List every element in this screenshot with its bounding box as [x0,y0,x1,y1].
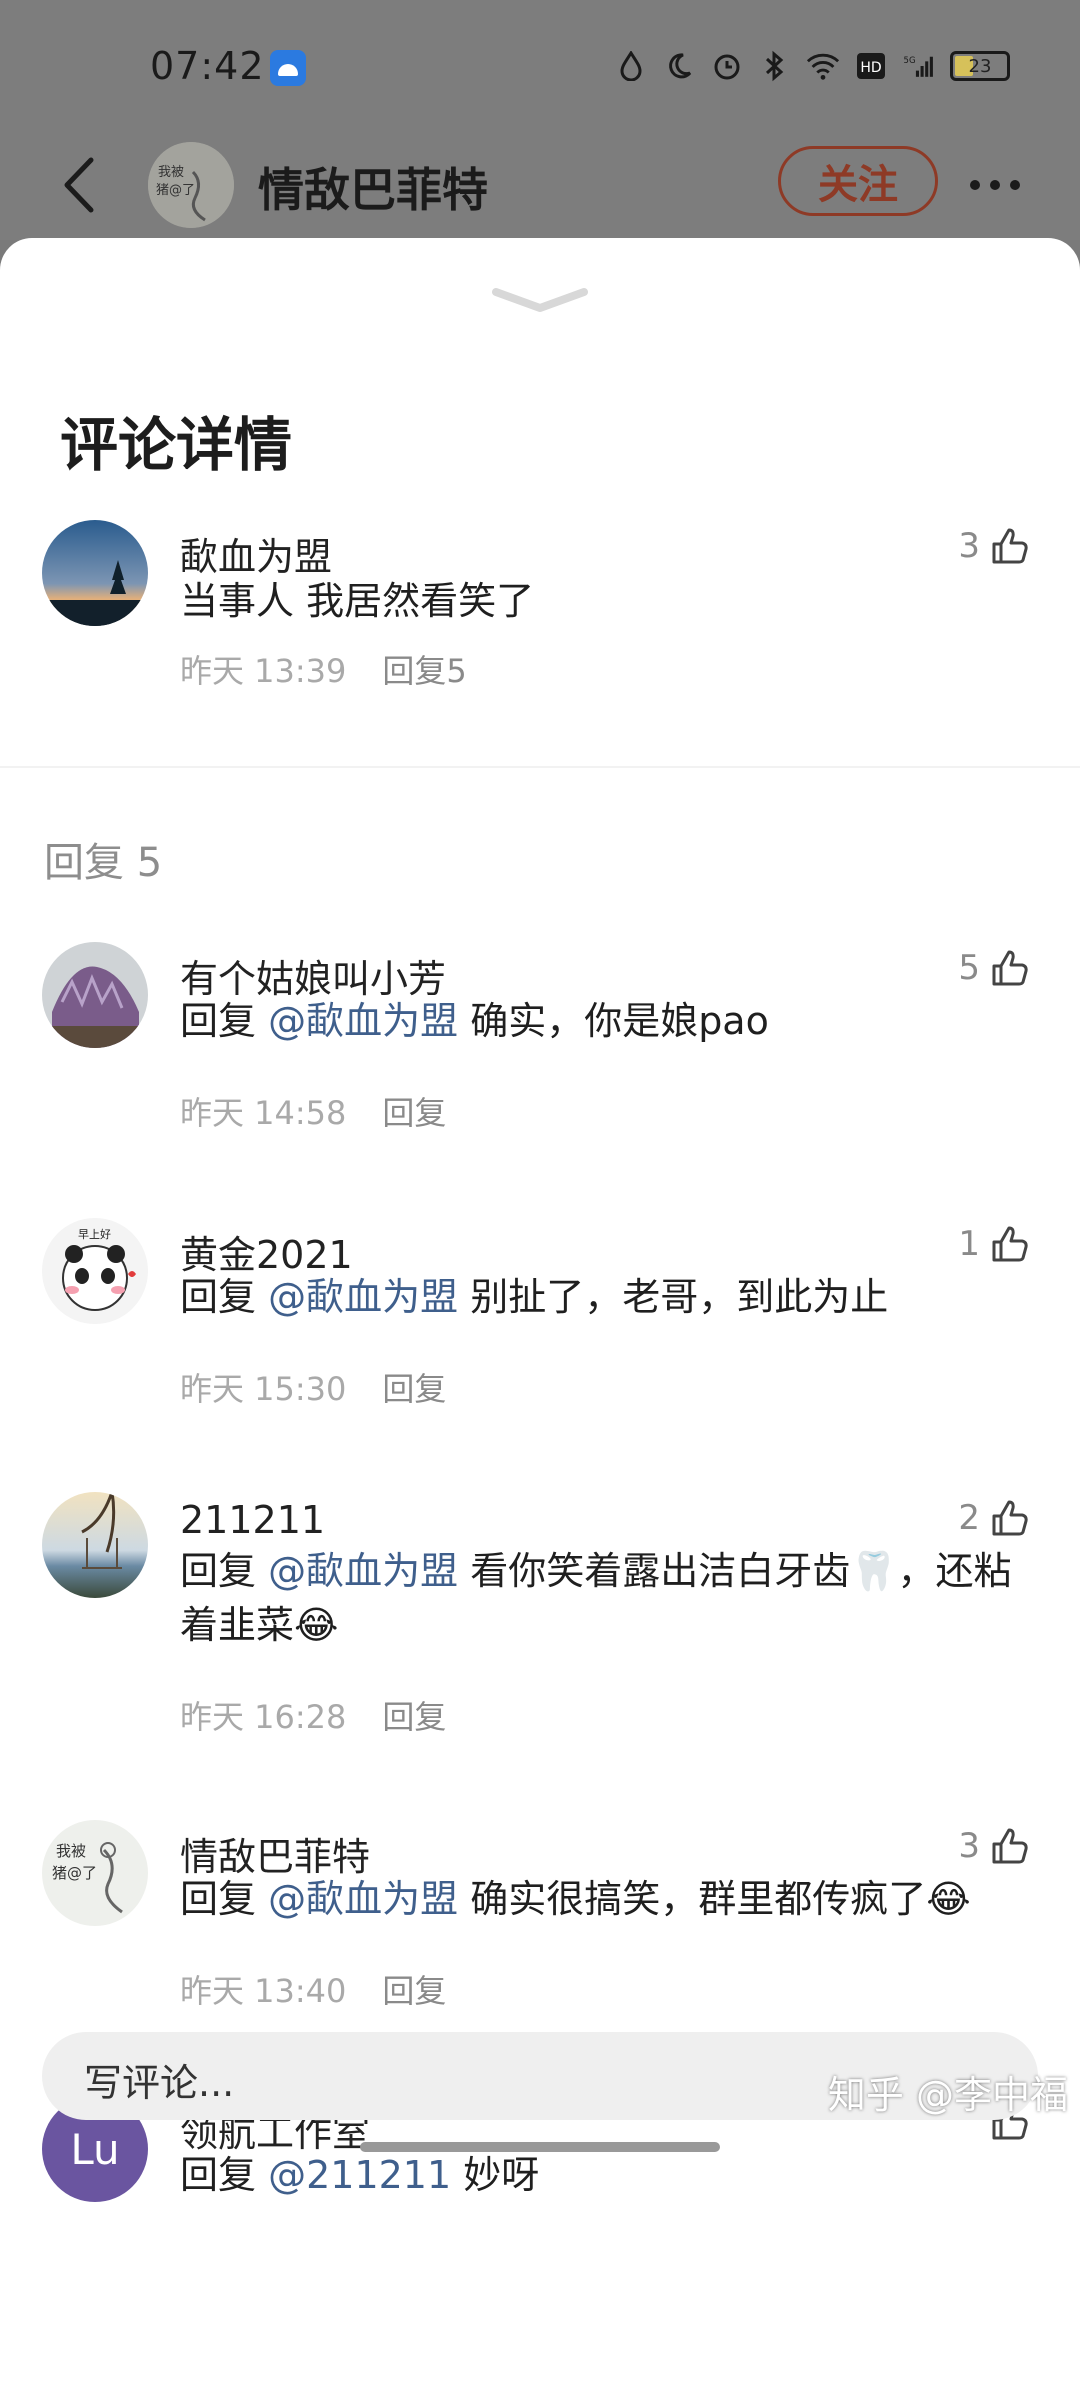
comment-text: 回复 @歃血为盟 看你笑着露出洁白牙齿🦷，还粘着韭菜😂 [180,1549,1012,1647]
top-nav-bar: 我被猪@了 情敌巴菲特 关注 [0,130,1080,240]
avatar[interactable] [42,1492,148,1598]
reply-button[interactable]: 回复5 [382,652,466,690]
avatar[interactable]: 我被猪@了 [42,1820,148,1926]
avatar[interactable] [42,942,148,1048]
avatar[interactable]: 早上好 [42,1218,148,1324]
status-icons: HD 5G 23 [614,48,1010,84]
dot-icon [990,180,1000,190]
home-indicator[interactable] [360,2142,720,2152]
comment-time: 昨天 13:39 [180,652,347,690]
battery-icon: 23 [950,51,1010,81]
like-count: 2 [958,1498,980,1538]
collapse-handle-icon[interactable] [490,282,590,322]
back-arrow-icon [64,157,94,213]
like-button[interactable]: 3 [958,1826,1030,1866]
avatar[interactable] [42,520,148,626]
divider [0,766,1080,768]
svg-text:早上好: 早上好 [78,1227,111,1241]
like-button[interactable]: 3 [958,526,1030,566]
svg-text:我被: 我被 [56,1842,86,1860]
thumbs-up-icon [992,528,1028,564]
watermark: 知乎 @李中福 [827,2073,1068,2117]
wifi-icon [806,48,840,84]
dot-icon [970,180,980,190]
comment-meta: 昨天 14:58 回复 [180,1088,446,1134]
comment-input-placeholder: 写评论... [84,2061,235,2105]
thumbs-up-icon [992,1500,1028,1536]
like-count: 3 [958,526,980,566]
moon-icon [662,48,696,84]
alarm-icon [710,48,744,84]
mention-link[interactable]: @211211 [268,2153,451,2197]
mention-link[interactable]: @歃血为盟 [268,1877,458,1921]
comment-text: 当事人 我居然看笑了 [180,579,535,623]
like-button[interactable]: 1 [958,1224,1030,1264]
thumbs-up-icon [992,1226,1028,1262]
more-options-button[interactable] [970,170,1040,200]
comment-meta: 昨天 16:28 回复 [180,1692,446,1738]
comment-text: 回复 @歃血为盟 确实很搞笑，群里都传疯了😂 [180,1877,971,1921]
svg-text:猪@了: 猪@了 [52,1864,97,1882]
svg-text:猪@了: 猪@了 [156,183,195,198]
commenter-name[interactable]: 211211 [180,1498,325,1542]
reply-button[interactable]: 回复 [382,1972,446,2010]
hd-icon: HD [854,48,888,84]
mention-link[interactable]: @歃血为盟 [268,999,458,1043]
replies-header: 回复 5 [44,840,163,886]
like-count: 3 [958,1826,980,1866]
mention-link[interactable]: @歃血为盟 [268,1275,458,1319]
author-avatar[interactable]: 我被猪@了 [148,142,234,228]
comment-time: 昨天 14:58 [180,1094,347,1132]
like-button[interactable]: 5 [958,948,1030,988]
reply-button[interactable]: 回复 [382,1698,446,1736]
thumbs-up-icon [992,1828,1028,1864]
svg-text:HD: HD [860,60,881,76]
like-count: 5 [958,948,980,988]
status-bar: 07:42 HD 5G 23 [0,0,1080,130]
like-button[interactable]: 2 [958,1498,1030,1538]
thumbs-up-icon [992,950,1028,986]
comment-text: 回复 @211211 妙呀 [180,2153,540,2197]
android-app-icon [270,50,306,86]
reply-button[interactable]: 回复 [382,1370,446,1408]
sheet-title: 评论详情 [60,411,293,479]
like-count: 1 [958,1224,980,1264]
reply-button[interactable]: 回复 [382,1094,446,1132]
dot-icon [1010,180,1020,190]
follow-button[interactable]: 关注 [778,146,938,216]
5g-signal-icon: 5G [902,48,936,84]
svg-text:5G: 5G [904,56,916,66]
status-time: 07:42 [150,44,265,88]
comment-time: 昨天 15:30 [180,1370,347,1408]
page-title: 情敌巴菲特 [258,163,488,217]
comment-text: 回复 @歃血为盟 别扯了，老哥，到此为止 [180,1275,889,1319]
bluetooth-icon [758,48,792,84]
water-drop-icon [614,48,648,84]
comment-meta: 昨天 15:30 回复 [180,1364,446,1410]
comment-meta: 昨天 13:39 回复5 [180,646,467,692]
svg-text:我被: 我被 [158,165,184,180]
comment-text: 回复 @歃血为盟 确实，你是娘pao [180,999,769,1043]
comment-time: 昨天 13:40 [180,1972,347,2010]
commenter-name[interactable]: 歃血为盟 [180,526,332,581]
mention-link[interactable]: @歃血为盟 [268,1549,458,1593]
comment-time: 昨天 16:28 [180,1698,347,1736]
comment-meta: 昨天 13:40 回复 [180,1966,446,2012]
back-button[interactable] [55,150,105,220]
